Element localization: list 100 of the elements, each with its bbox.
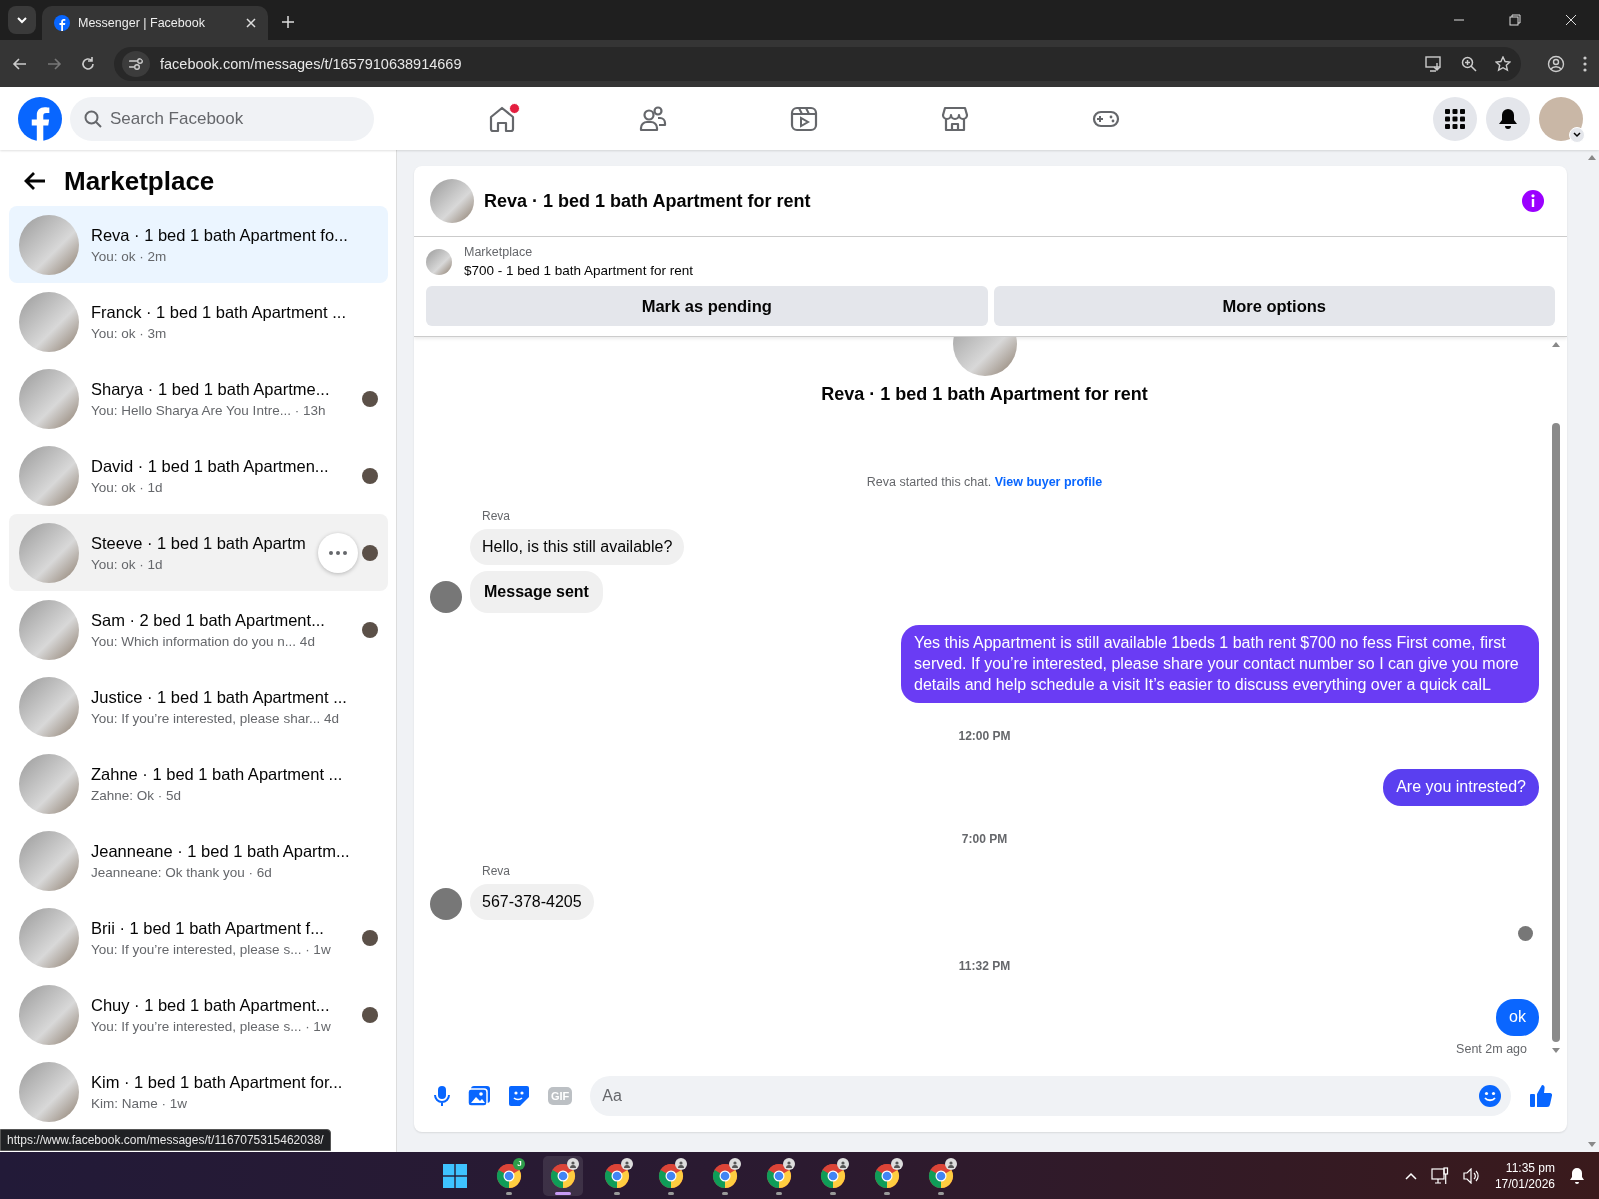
conversation-item[interactable]: Justice · 1 bed 1 bath Apartment ... You: If you’re interested, please shar... 4d [9,668,388,745]
message-preview: Zahne: Ok · 5d [91,787,183,803]
bell-icon[interactable] [1569,1166,1585,1185]
conversation-item[interactable]: Brii · 1 bed 1 bath Apartment f... You: If you’re interested, please s... · 1w [9,899,388,976]
ellipsis-icon [328,551,347,555]
message-preview: You: Which information do you n... 4d [91,633,316,649]
close-icon[interactable] [1565,14,1577,26]
sender-name: Reva [482,864,511,879]
address-bar[interactable]: facebook.com/messages/t/1657910638914669 [114,46,1521,81]
volume-icon[interactable] [1462,1167,1481,1184]
sticker-icon[interactable] [508,1085,530,1107]
conversation-title: Brii · 1 bed 1 bath Apartment f... [91,918,325,938]
message-preview: You: ok · 1d [91,479,164,495]
conversation-item[interactable]: Kim · 1 bed 1 bath Apartment for... Kim: Name · 1w [9,1053,388,1130]
conversation-item[interactable]: Franck · 1 bed 1 bath Apartment ... You: ok · 3m [9,283,388,360]
tab-search-button[interactable] [8,6,36,34]
chevron-up-icon[interactable] [1404,1171,1417,1180]
network-icon[interactable] [1430,1166,1449,1185]
facebook-logo-icon[interactable] [18,96,62,141]
install-app-icon[interactable] [1425,55,1443,72]
menu-icon[interactable] [1583,55,1587,72]
action-button[interactable]: More options [993,286,1555,326]
forward-arrow-icon[interactable] [46,55,62,72]
thumbs-up-icon[interactable] [1529,1084,1553,1108]
conversation-title: Franck · 1 bed 1 bath Apartment ... [91,302,347,322]
conversation-title: David · 1 bed 1 bath Apartmen... [91,456,330,476]
message-preview: You: ok · 3m [91,325,168,341]
message-preview: You: Hello Sharya Are You Intre... · 13h [91,402,327,418]
timestamp: 11:32 PM [958,959,1011,974]
windows-start-icon[interactable] [443,1163,468,1188]
timestamp: 12:00 PM [958,729,1011,744]
back-arrow-icon[interactable] [24,171,46,191]
bookmark-star-icon[interactable] [1495,55,1511,72]
conversation-item[interactable]: Zahne · 1 bed 1 bath Apartment ... Zahne: Ok · 5d [9,745,388,822]
sender-name: Reva [482,509,511,523]
message-preview: You: If you’re interested, please s... · 1w [91,941,332,957]
menu-button[interactable] [1433,96,1477,141]
site-settings-icon[interactable] [122,50,150,77]
outgoing-message: ok [1496,999,1539,1036]
browser-taskbar-icon[interactable] [543,1155,584,1196]
listing-title: $700 - 1 bed 1 bath Apartment for rent [464,263,693,278]
conversation-item[interactable]: Sharya · 1 bed 1 bath Apartme... You: Hello Sharya Are You Intre... · 13h [9,360,388,437]
action-button[interactable]: Mark as pending [426,286,988,326]
home-icon [487,104,516,133]
tab-title: Messenger | Facebook [78,16,206,30]
photo-placeholder [426,248,452,275]
reload-icon[interactable] [80,55,96,72]
search-field[interactable]: Search Facebook [70,96,374,141]
clock-time[interactable]: 11:35 pm [1505,1160,1555,1175]
clock-date[interactable]: 17/01/2026 [1494,1176,1555,1191]
new-tab-icon[interactable] [282,16,294,28]
zoom-icon[interactable] [1461,55,1477,72]
view-profile-link[interactable]: View buyer profile [994,475,1103,489]
conversation-title: Justice · 1 bed 1 bath Apartment ... [91,687,348,707]
browser-tab[interactable]: Messenger | Facebook [42,6,268,40]
chat-title: Reva · 1 bed 1 bath Apartment for rent [484,190,811,212]
sent-status: Sent 2m ago [1456,1042,1527,1056]
outgoing-message: Are you intrested? [1383,769,1539,807]
back-arrow-icon[interactable] [12,55,28,72]
listing-source: Marketplace [464,245,534,259]
conversation-item[interactable]: Sam · 2 bed 1 bath Apartment... You: Which information do you n... 4d [9,591,388,668]
image-icon[interactable] [468,1086,490,1106]
microphone-icon[interactable] [434,1085,450,1107]
scroll-up-arrow-icon[interactable] [1552,341,1560,347]
profile-icon[interactable] [1547,54,1565,73]
notifications-button[interactable] [1486,96,1530,141]
chevron-down-icon[interactable] [1569,126,1585,143]
more-button[interactable] [317,533,358,573]
scroll-up-arrow-icon[interactable] [1588,154,1596,160]
scroll-down-arrow-icon[interactable] [1552,1048,1560,1054]
conversation-item[interactable]: David · 1 bed 1 bath Apartmen... You: ok · 1d [9,437,388,514]
notification-dot [508,102,520,114]
conversation-item[interactable]: Jeanneane · 1 bed 1 bath Apartm... Jeanneane: Ok thank you · 6d [9,822,388,899]
grid-menu-icon [1445,108,1465,129]
thread-title: Reva · 1 bed 1 bath Apartment for rent [821,384,1148,405]
chat-intro-text: Reva started this chat. View buyer profile [865,475,1104,489]
info-icon[interactable] [1521,189,1545,213]
emoji-icon[interactable] [1479,1085,1501,1107]
photo-placeholder [430,581,462,613]
conversation-item[interactable]: Chuy · 1 bed 1 bath Apartment... You: If you’re interested, please s... · 1w [9,976,388,1053]
message-input[interactable]: Aa [590,1076,1511,1116]
conversation-item[interactable]: Reva · 1 bed 1 bath Apartment fo... You: ok · 2m [9,206,388,283]
close-icon[interactable] [246,18,256,28]
scroll-down-arrow-icon[interactable] [1588,1142,1596,1148]
conversation-title: Jeanneane · 1 bed 1 bath Apartm... [91,841,350,861]
search-icon [84,109,102,128]
message-preview: You: ok · 1d [91,556,164,572]
message-preview: You: If you’re interested, please s... · 1w [91,1018,332,1034]
conversation-title: Steeve · 1 bed 1 bath Apartm [91,533,307,553]
incoming-message: Message sent [470,571,603,613]
timestamp: 7:00 PM [961,832,1008,847]
conversation-title: Kim · 1 bed 1 bath Apartment for... [91,1072,344,1092]
photo-placeholder [430,179,474,223]
facebook-logo-icon [54,15,70,31]
shop-icon [940,104,969,133]
incoming-message: 567-378-4205 [470,884,594,921]
conversation-item[interactable]: Steeve · 1 bed 1 bath Apartm You: ok · 1d [9,514,388,591]
restore-icon[interactable] [1509,14,1521,26]
conversation-title: Sharya · 1 bed 1 bath Apartme... [91,379,331,399]
scrollbar-thumb[interactable] [1552,423,1560,1042]
